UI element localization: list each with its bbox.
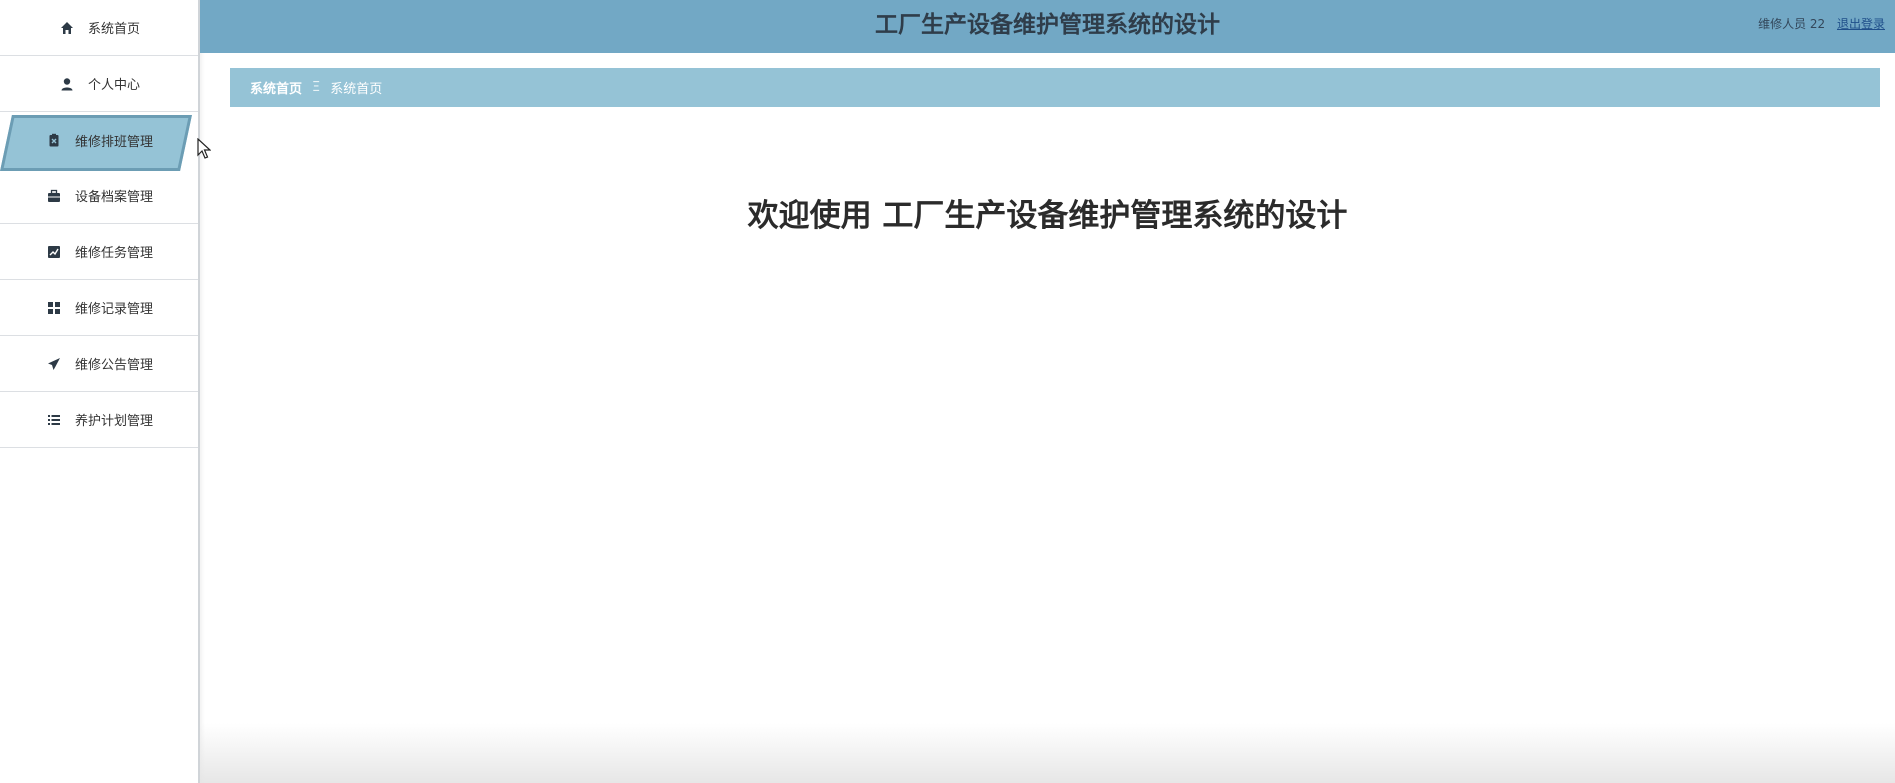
logout-link[interactable]: 退出登录 bbox=[1837, 17, 1885, 31]
list-icon bbox=[45, 411, 63, 429]
user-info: 维修人员 22 退出登录 bbox=[1758, 15, 1885, 32]
user-icon bbox=[58, 75, 76, 93]
sidebar-item-schedule[interactable]: 维修排班管理 bbox=[0, 112, 198, 168]
breadcrumb-current: 系统首页 bbox=[330, 82, 383, 97]
sidebar-item-maintenance-plan[interactable]: 养护计划管理 bbox=[0, 392, 198, 448]
user-label: 维修人员 22 bbox=[1758, 17, 1826, 31]
sidebar-item-home[interactable]: 系统首页 bbox=[0, 0, 198, 56]
sidebar-item-profile[interactable]: 个人中心 bbox=[0, 56, 198, 112]
sidebar-item-notices[interactable]: 维修公告管理 bbox=[0, 336, 198, 392]
sidebar-item-label: 个人中心 bbox=[87, 78, 140, 93]
briefcase-icon bbox=[45, 187, 63, 205]
sidebar-item-label: 维修公告管理 bbox=[74, 358, 153, 373]
sidebar-item-label: 维修记录管理 bbox=[74, 302, 153, 317]
sidebar-item-label: 养护计划管理 bbox=[74, 414, 153, 429]
breadcrumb-home-link[interactable]: 系统首页 bbox=[250, 78, 302, 97]
home-icon bbox=[58, 19, 76, 37]
sidebar-item-label: 设备档案管理 bbox=[74, 190, 153, 205]
clipboard-icon bbox=[45, 131, 63, 149]
sidebar-item-label: 维修任务管理 bbox=[74, 246, 153, 261]
sidebar-item-label: 维修排班管理 bbox=[74, 134, 153, 150]
sidebar-item-equipment[interactable]: 设备档案管理 bbox=[0, 168, 198, 224]
breadcrumb-separator-icon: Ξ bbox=[312, 80, 321, 95]
sidebar-item-label: 系统首页 bbox=[87, 22, 140, 37]
breadcrumb: 系统首页 Ξ 系统首页 bbox=[230, 68, 1880, 107]
mouse-cursor-icon bbox=[197, 138, 211, 159]
paper-plane-icon bbox=[45, 355, 63, 373]
app-title: 工厂生产设备维护管理系统的设计 bbox=[875, 12, 1220, 38]
sidebar-item-records[interactable]: 维修记录管理 bbox=[0, 280, 198, 336]
sidebar-item-tasks[interactable]: 维修任务管理 bbox=[0, 224, 198, 280]
grid-icon bbox=[45, 299, 63, 317]
welcome-heading: 欢迎使用 工厂生产设备维护管理系统的设计 bbox=[747, 198, 1348, 234]
chart-line-icon bbox=[45, 243, 63, 261]
bottom-shadow bbox=[200, 723, 1895, 783]
top-header: 工厂生产设备维护管理系统的设计 维修人员 22 退出登录 bbox=[200, 0, 1895, 53]
sidebar: 系统首页 个人中心 维修排班管理 设备档案管理 维修任务管理 维修记录管理 维修… bbox=[0, 0, 200, 783]
